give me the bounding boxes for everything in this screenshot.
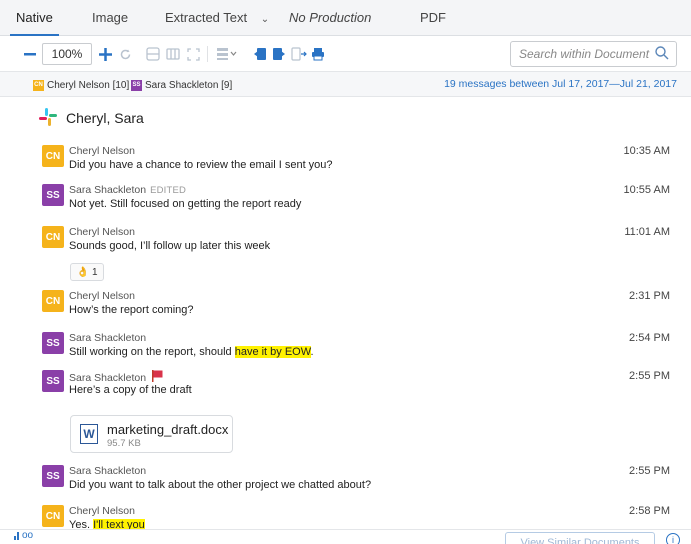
tab-image[interactable]: Image [92,0,128,36]
tab-extracted-text[interactable]: Extracted Text ⌄ [165,0,269,36]
fit-width-icon[interactable] [164,36,182,72]
zoom-level-input[interactable]: 100% [42,43,92,65]
fit-height-icon[interactable] [144,36,162,72]
search-icon[interactable] [654,45,670,64]
message-time: 2:31 PM [629,290,670,302]
ok-hand-emoji-icon: 👌 [76,266,89,278]
red-flag-icon[interactable] [151,370,163,385]
message-time: 2:54 PM [629,332,670,344]
message-item: SS Sara Shackleton Still working on the … [42,332,672,362]
message-text: Not yet. Still focused on getting the re… [69,198,302,210]
participant-chip-cheryl[interactable]: CN Cheryl Nelson [10] [33,78,129,92]
message-author-line: Sara Shackleton EDITED [69,184,186,196]
bar-chart-icon [14,530,22,543]
message-text: Yes. I'll text you [69,519,145,529]
avatar: SS [42,332,64,354]
export-pdf-icon[interactable] [289,36,309,72]
file-name: marketing_draft.docx [107,422,229,437]
tab-extracted-text-label: Extracted Text [165,10,248,25]
message-item: CN Cheryl Nelson Did you have a chance t… [42,145,672,175]
tab-pdf[interactable]: PDF [420,0,446,36]
message-author: Sara Shackleton [69,465,147,477]
message-text-part: Still working on the report, should [69,346,235,358]
bottom-left-label: oo [22,530,34,541]
avatar: CN [33,79,44,91]
channel-name: Cheryl, Sara [66,110,144,126]
message-time: 2:55 PM [629,465,670,477]
tab-native[interactable]: Native [10,0,59,36]
slack-logo-icon [38,107,58,130]
avatar: CN [42,226,64,248]
channel-header: Cheryl, Sara [38,107,144,130]
message-time: 2:55 PM [629,370,670,382]
message-text: Here’s a copy of the draft [69,384,192,396]
file-size: 95.7 KB [107,438,141,449]
message-author: Cheryl Nelson [69,290,135,302]
participant-name: Sara Shackleton [9] [145,79,233,91]
tab-no-production[interactable]: No Production [289,0,371,36]
participants-bar: CN Cheryl Nelson [10] SS Sara Shackleton… [0,72,691,97]
message-text: Did you have a chance to review the emai… [69,159,333,171]
avatar: SS [42,465,64,487]
message-text: Sounds good, I’ll follow up later this w… [69,240,271,252]
message-item: SS Sara Shackleton Here’s a copy of the … [42,370,672,400]
message-author: Sara Shackleton [69,332,147,344]
search-placeholder: Search within Document [519,47,650,61]
message-item: CN Cheryl Nelson Sounds good, I’ll follo… [42,226,672,256]
message-time: 10:35 AM [623,145,670,157]
view-similar-documents-button[interactable]: View Similar Documents [505,532,655,544]
avatar: CN [42,505,64,527]
message-item: SS Sara Shackleton EDITED Not yet. Still … [42,184,672,214]
file-attachment[interactable]: W marketing_draft.docx 95.7 KB [70,415,233,453]
message-text-part: . [310,346,314,358]
fullscreen-icon[interactable] [184,36,202,72]
message-time: 10:55 AM [623,184,670,196]
previous-doc-icon[interactable] [251,36,269,72]
message-author: Cheryl Nelson [69,145,135,157]
message-text-part: Yes. [69,519,94,529]
message-author-line: Sara Shackleton [69,370,163,385]
print-icon[interactable] [309,36,327,72]
message-author: Sara Shackleton [69,184,147,196]
message-author: Cheryl Nelson [69,226,135,238]
message-summary: 19 messages between Jul 17, 2017—Jul 21,… [444,78,677,90]
bottom-left-link[interactable]: oo [14,530,33,543]
next-doc-icon[interactable] [270,36,288,72]
zoom-out-icon[interactable] [20,36,40,72]
message-text: Still working on the report, should have… [69,346,314,358]
bottom-bar: oo View Similar Documents i [0,529,691,544]
participant-chip-sara[interactable]: SS Sara Shackleton [9] [131,78,232,92]
chevron-down-icon[interactable]: ⌄ [261,14,269,25]
word-document-icon: W [80,424,98,444]
highlighted-text: I'll text you [93,519,145,529]
info-icon[interactable]: i [666,533,680,544]
message-author: Cheryl Nelson [69,505,135,517]
document-toolbar: 100% Search within Document [0,36,691,72]
avatar: CN [42,145,64,167]
reaction-badge[interactable]: 👌 1 [70,263,104,281]
message-text: How’s the report coming? [69,304,194,316]
zoom-in-icon[interactable] [95,36,115,72]
avatar: SS [42,370,64,392]
message-author: Sara Shackleton [69,372,147,384]
reaction-count: 1 [91,266,98,278]
avatar: SS [42,184,64,206]
avatar: CN [42,290,64,312]
message-item: CN Cheryl Nelson How’s the report coming… [42,290,672,320]
highlighted-text: have it by EOW [234,346,311,358]
avatar: SS [131,79,142,91]
rotate-icon[interactable] [116,36,134,72]
message-time: 2:58 PM [629,505,670,517]
message-time: 11:01 AM [624,226,670,238]
page-layout-dropdown[interactable] [213,36,241,72]
message-item: CN Cheryl Nelson Yes. I'll text you 2:58… [42,505,672,529]
message-text: Did you want to talk about the other pro… [69,479,372,491]
participant-name: Cheryl Nelson [10] [47,79,130,91]
document-search-input[interactable]: Search within Document [510,41,677,67]
message-item: SS Sara Shackleton Did you want to talk … [42,465,672,495]
edited-badge: EDITED [150,185,187,196]
document-view-tabs: Native Image Extracted Text ⌄ No Product… [0,0,691,36]
toolbar-divider [207,46,208,62]
